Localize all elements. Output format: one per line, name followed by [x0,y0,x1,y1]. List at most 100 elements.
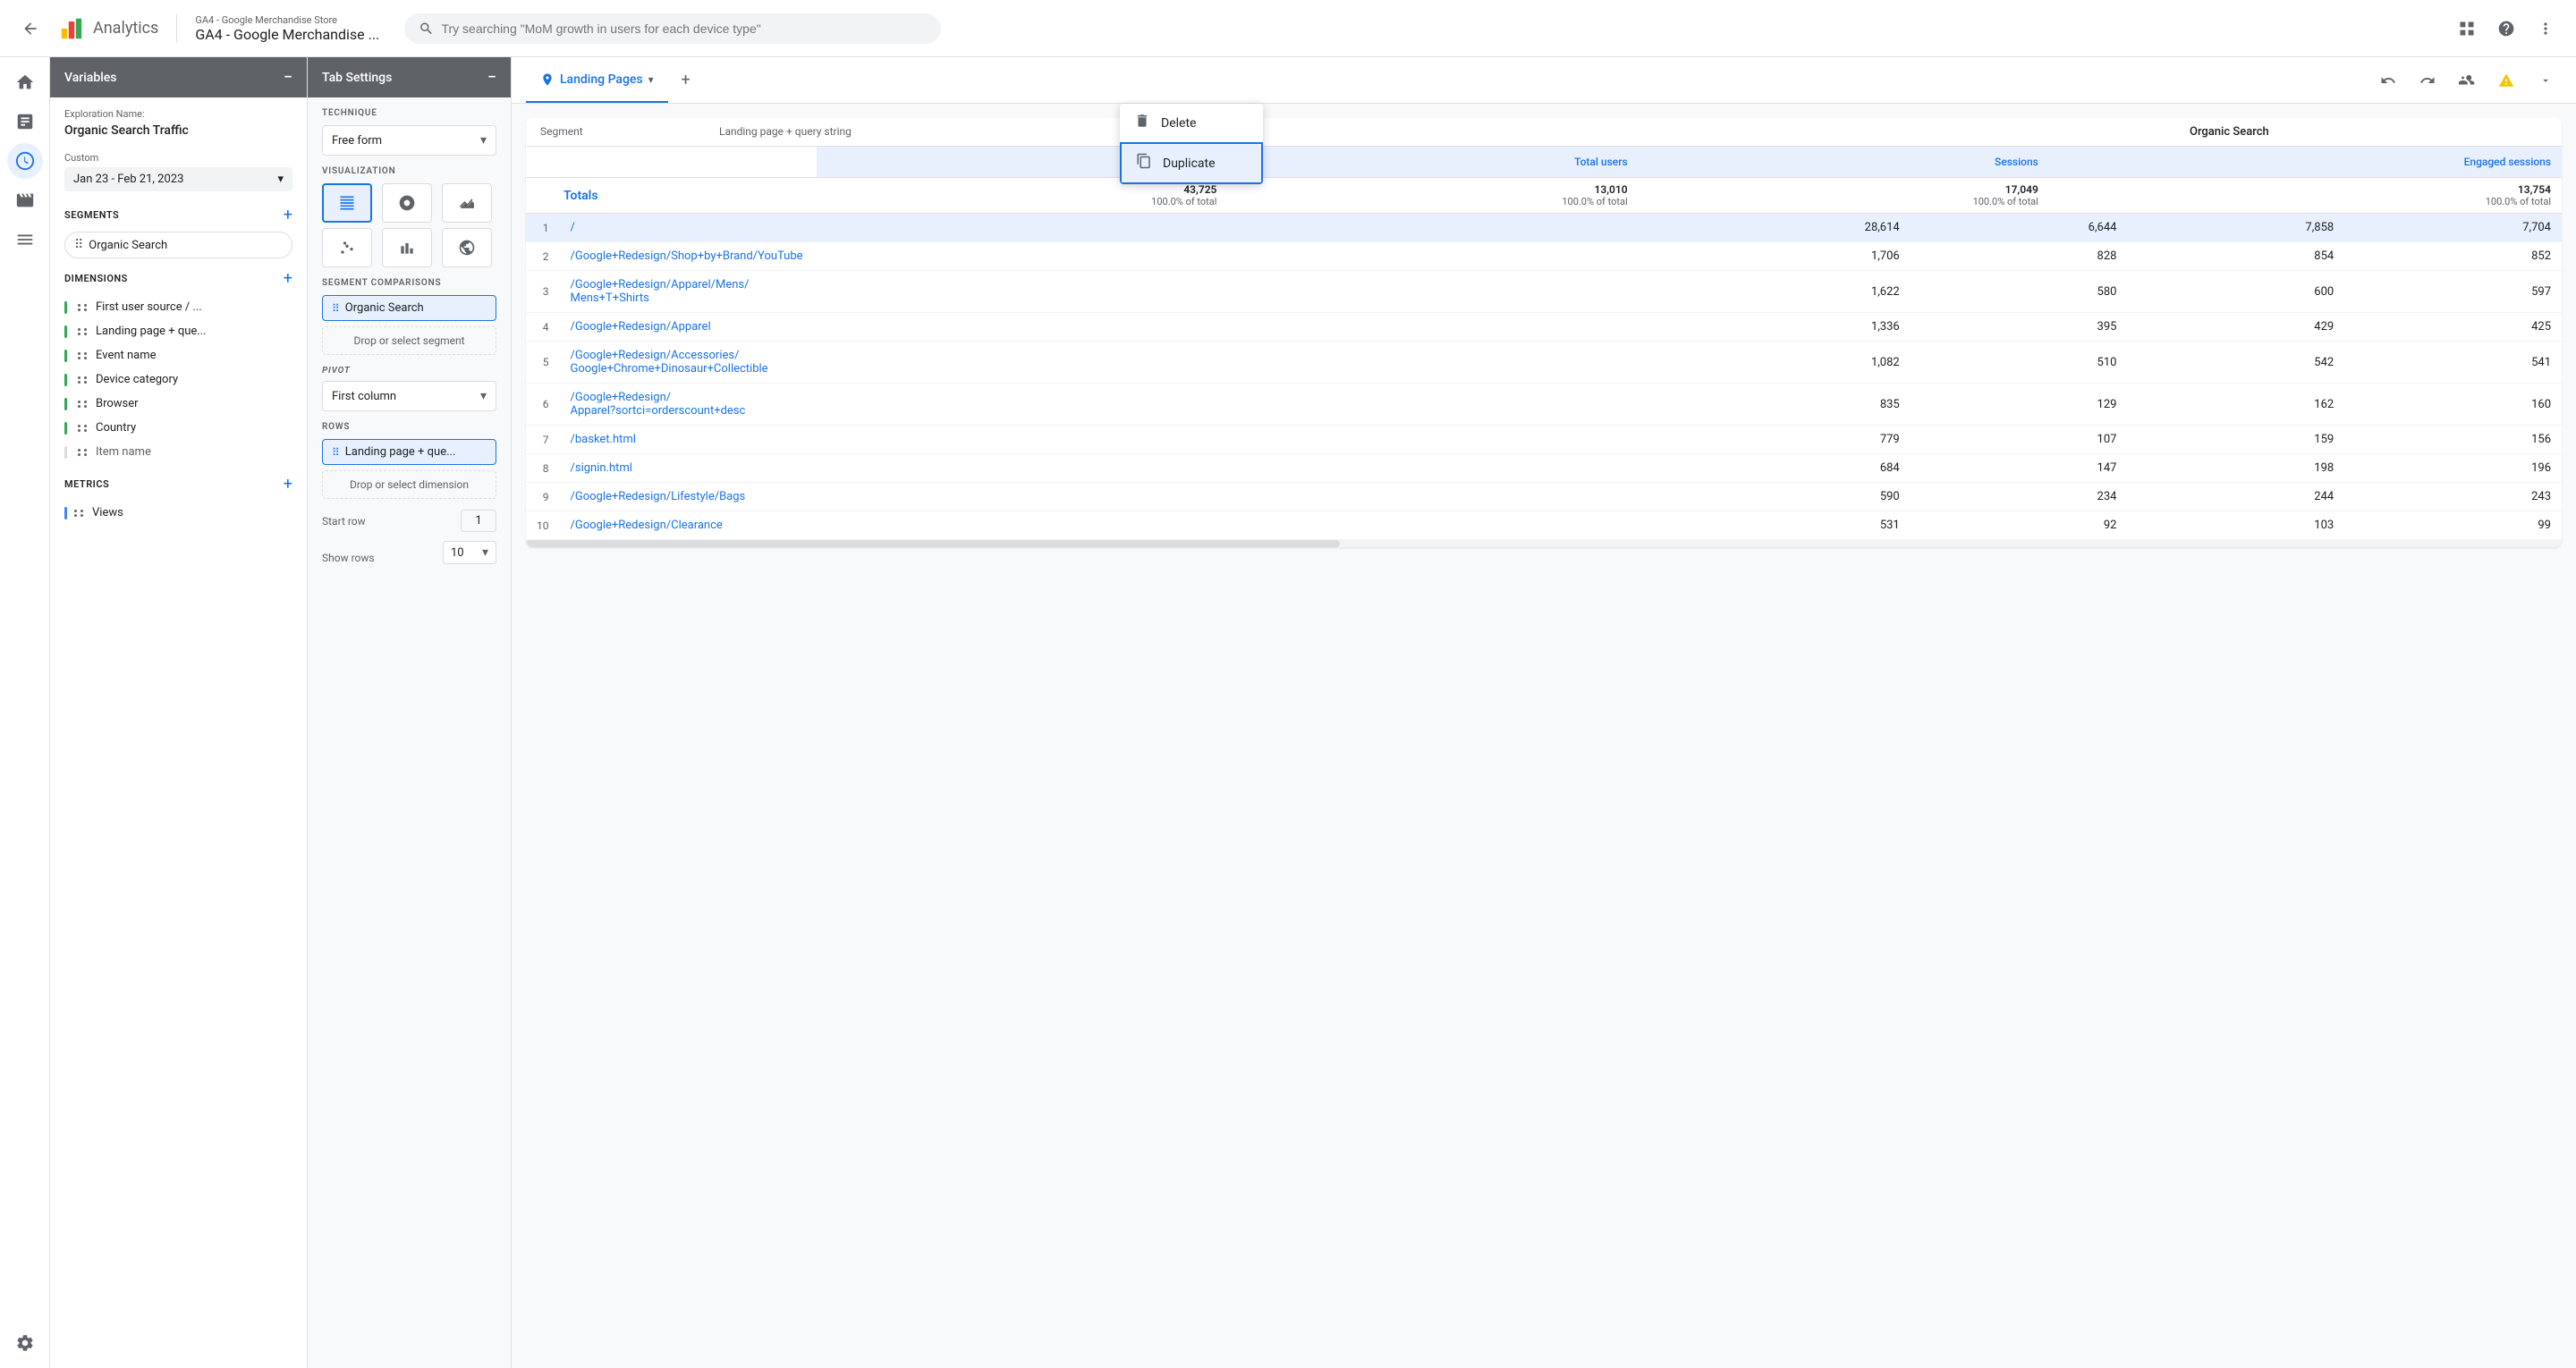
table-row: 4 /Google+Redesign/Apparel 1,336 395 429… [526,313,2562,342]
row-views-5: 835 [1665,384,1910,426]
tab-add-button[interactable]: + [672,66,700,95]
nav-reports[interactable] [7,104,43,139]
dim-bar-gray [64,446,67,459]
technique-select[interactable]: Free form ▾ [322,125,496,156]
table-head-row: Views Total users Sessions Engaged sessi… [526,147,2562,178]
context-menu-delete[interactable]: Delete [1120,104,1263,142]
nav-configure[interactable] [7,222,43,258]
row-engaged-6: 156 [2344,426,2562,454]
back-button[interactable] [14,13,47,45]
row-sessions-9: 103 [2127,511,2344,540]
th-total-users[interactable]: Total users [1227,147,1638,178]
viz-scatter[interactable] [322,228,372,267]
row-page-5[interactable]: /Google+Redesign/Apparel?sortci=ordersco… [560,384,1665,426]
nav-explore[interactable] [7,143,43,179]
exploration-name-section: Exploration Name: Organic Search Traffic [64,108,292,138]
dim-country[interactable]: Country [64,416,292,440]
variables-minimize[interactable]: − [284,68,292,87]
row-users-3: 395 [1911,313,2128,342]
metric-views[interactable]: Views [64,501,292,525]
technique-arrow: ▾ [480,133,487,148]
row-page-3[interactable]: /Google+Redesign/Apparel [560,313,1665,342]
share-button[interactable] [2451,64,2483,97]
undo-button[interactable] [2372,64,2404,97]
dim-item-name[interactable]: Item name [64,440,292,464]
row-page-7[interactable]: /signin.html [560,454,1665,483]
row-page-1[interactable]: /Google+Redesign/Shop+by+Brand/YouTube [560,242,1665,271]
search-input[interactable] [441,21,927,36]
dim-country-label: Country [96,421,292,435]
metrics-section-header: METRICS + [64,475,292,494]
dim-drag-icon4 [78,376,89,384]
segment-chip-organic[interactable]: ⠿ Organic Search [64,232,292,258]
metrics-add[interactable]: + [284,475,292,494]
warning-more[interactable] [2529,64,2562,97]
dimensions-add[interactable]: + [284,269,292,288]
drop-segment-zone[interactable]: Drop or select segment [322,326,496,355]
viz-line[interactable] [442,183,492,223]
row-users-1: 828 [1911,242,2128,271]
row-num-8: 9 [526,483,560,511]
segment-comparison-chip[interactable]: ⠿ Organic Search [322,295,496,321]
topbar: Analytics GA4 - Google Merchandise Store… [0,0,2576,57]
show-rows-value: 10 [451,546,464,560]
date-picker[interactable]: Jan 23 - Feb 21, 2023 ▾ [64,167,292,191]
dim-drag-icon [78,304,89,311]
more-button[interactable] [2529,13,2562,45]
dim-first-user-source[interactable]: First user source / ... [64,295,292,319]
variables-panel: Variables − Exploration Name: Organic Se… [50,57,308,1368]
row-page-8[interactable]: /Google+Redesign/Lifestyle/Bags [560,483,1665,511]
nav-advertising[interactable] [7,182,43,218]
help-button[interactable] [2490,13,2522,45]
warning-button[interactable] [2490,64,2522,97]
scrollbar-thumb[interactable] [526,540,1340,547]
dim-device-category-label: Device category [96,373,292,386]
row-sessions-3: 429 [2127,313,2344,342]
row-page-4[interactable]: /Google+Redesign/Accessories/Google+Chro… [560,342,1665,384]
viz-donut[interactable] [382,183,432,223]
row-page-9[interactable]: /Google+Redesign/Clearance [560,511,1665,540]
tab-dropdown-arrow[interactable]: ▾ [648,73,654,86]
context-menu-duplicate[interactable]: Duplicate [1120,142,1263,184]
viz-table[interactable] [322,183,372,223]
show-rows-select[interactable]: 10 ▾ [443,541,496,564]
dim-item-name-label: Item name [96,445,292,459]
nav-home[interactable] [7,64,43,100]
viz-bar[interactable] [382,228,432,267]
row-sessions-1: 854 [2127,242,2344,271]
pivot-arrow: ▾ [480,389,487,403]
dim-device-category[interactable]: Device category [64,367,292,392]
dim-landing-page[interactable]: Landing page + que... [64,319,292,343]
viz-globe[interactable] [442,228,492,267]
pivot-select[interactable]: First column ▾ [322,381,496,411]
row-views-8: 590 [1665,483,1910,511]
dim-browser[interactable]: Browser [64,392,292,416]
rows-chip[interactable]: ⠿ Landing page + que... [322,439,496,465]
th-engaged[interactable]: Engaged sessions [2049,147,2562,178]
row-users-4: 510 [1911,342,2128,384]
dim-event-name[interactable]: Event name [64,343,292,367]
tab-landing-pages[interactable]: Landing Pages ▾ [526,57,668,103]
redo-button[interactable] [2411,64,2444,97]
row-sessions-6: 159 [2127,426,2344,454]
start-row-value[interactable]: 1 [461,510,496,532]
horizontal-scrollbar[interactable] [526,540,2562,547]
data-table-wrapper: Segment Landing page + query string Orga… [526,118,2562,547]
row-page-2[interactable]: /Google+Redesign/Apparel/Mens/Mens+T+Shi… [560,271,1665,313]
metric-views-label: Views [92,506,123,519]
table-row: 10 /Google+Redesign/Clearance 531 92 103… [526,511,2562,540]
drop-dimension-zone[interactable]: Drop or select dimension [322,470,496,499]
row-page-6[interactable]: /basket.html [560,426,1665,454]
search-box[interactable] [404,13,941,44]
tab-settings-minimize[interactable]: − [487,68,496,87]
segments-add[interactable]: + [284,206,292,224]
app-name: GA4 - Google Merchandise ... [195,26,379,43]
dim-drag-icon5 [78,401,89,408]
grid-button[interactable] [2451,13,2483,45]
nav-settings[interactable] [7,1325,43,1361]
variables-content: Exploration Name: Organic Search Traffic… [50,97,307,1368]
row-num-0: 1 [526,214,560,242]
row-num-1: 2 [526,242,560,271]
th-sessions[interactable]: Sessions [1639,147,2049,178]
row-page-0[interactable]: / [560,214,1665,242]
